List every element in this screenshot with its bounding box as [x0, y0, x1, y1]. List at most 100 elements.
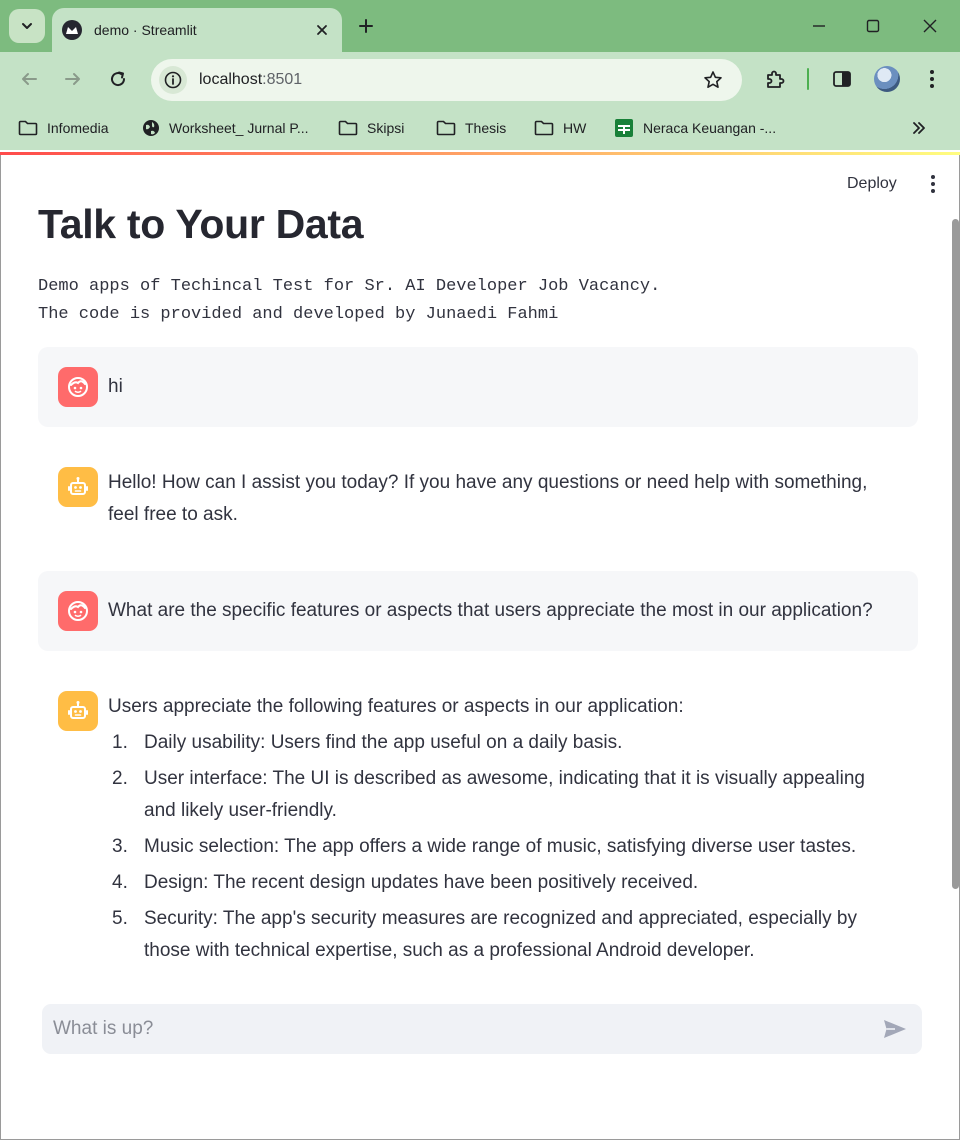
bookmark-label: Thesis — [465, 120, 507, 136]
bookmark-hw[interactable]: HW — [534, 116, 586, 140]
bookmark-worksheet[interactable]: Worksheet_ Jurnal P... — [142, 116, 309, 140]
arrow-left-icon — [22, 73, 37, 85]
chat-message-user: hi — [38, 347, 918, 427]
bookmark-label: HW — [563, 120, 587, 136]
chat-input-container — [42, 1004, 922, 1054]
site-info-button[interactable] — [159, 66, 187, 94]
bookmark-thesis[interactable]: Thesis — [436, 116, 506, 140]
list-item: 1. Daily usability: Users find the app us… — [108, 727, 898, 759]
streamlit-favicon-icon — [62, 20, 82, 40]
more-vertical-icon — [931, 175, 935, 193]
bookmarks-bar: Infomedia Worksheet_ Jurnal P... Skipsi … — [0, 106, 960, 150]
list-number: 1. — [112, 732, 128, 753]
chat-input[interactable] — [42, 1004, 880, 1054]
list-item-text: User interface: The UI is described as a… — [144, 768, 865, 821]
address-bar[interactable]: localhost:8501 — [151, 59, 742, 101]
info-icon — [164, 71, 182, 89]
folder-icon — [436, 120, 456, 136]
side-panel-button[interactable] — [827, 64, 857, 94]
extensions-button[interactable] — [760, 64, 790, 94]
browser-toolbar: localhost:8501 — [0, 52, 960, 106]
bookmark-label: Neraca Keuangan -... — [643, 120, 777, 136]
arrow-right-icon — [65, 73, 80, 85]
star-icon — [704, 71, 722, 88]
assistant-avatar — [58, 467, 98, 507]
list-item: 2. User interface: The UI is described as… — [108, 763, 898, 827]
app-description: Demo apps of Techincal Test for Sr. AI D… — [38, 277, 661, 324]
folder-icon — [534, 120, 554, 136]
tab-title: demo · Streamlit — [94, 22, 197, 38]
user-avatar — [58, 367, 98, 407]
robot-icon — [68, 477, 88, 495]
bookmark-star-button[interactable] — [698, 65, 728, 95]
chevron-down-icon — [22, 23, 32, 29]
list-item-text: Security: The app's security measures ar… — [144, 908, 857, 961]
window-close-button[interactable] — [915, 12, 945, 40]
message-intro: Users appreciate the following features … — [108, 696, 684, 717]
robot-icon — [68, 701, 88, 719]
tab-close-button[interactable] — [308, 16, 336, 44]
browser-tab[interactable]: demo · Streamlit — [52, 8, 342, 52]
list-number: 2. — [112, 768, 128, 789]
close-icon — [923, 19, 937, 33]
chat-message-assistant: Hello! How can I assist you today? If yo… — [38, 443, 918, 543]
url-host: localhost — [199, 71, 263, 88]
bookmark-infomedia[interactable]: Infomedia — [18, 116, 108, 140]
chat-message-assistant: Users appreciate the following features … — [38, 667, 918, 987]
browser-menu-button[interactable] — [917, 64, 947, 94]
minimize-icon — [813, 25, 825, 27]
list-item: 5. Security: The app's security measures … — [108, 903, 898, 967]
assistant-avatar — [58, 691, 98, 731]
reload-icon — [111, 71, 126, 87]
url-text: localhost:8501 — [199, 71, 698, 89]
list-number: 3. — [112, 836, 128, 857]
bookmarks-overflow-button[interactable] — [906, 116, 932, 140]
url-port: :8501 — [262, 71, 303, 88]
list-number: 5. — [112, 908, 128, 929]
chat-message-user: What are the specific features or aspect… — [38, 571, 918, 651]
main-menu-button[interactable] — [921, 171, 945, 197]
plus-icon — [359, 19, 373, 33]
more-vertical-icon — [930, 70, 934, 88]
message-text: Hello! How can I assist you today? If yo… — [108, 472, 868, 525]
answer-list: 1. Daily usability: Users find the app us… — [108, 727, 898, 971]
sheets-icon — [615, 119, 633, 137]
toolbar-separator — [807, 68, 809, 90]
page-title: Talk to Your Data — [38, 201, 364, 247]
list-item-text: Daily usability: Users find the app usef… — [144, 732, 623, 753]
page-scrollbar[interactable] — [952, 219, 959, 889]
bookmark-label: Skipsi — [367, 120, 405, 136]
message-text: What are the specific features or aspect… — [108, 600, 873, 621]
message-text: hi — [108, 376, 123, 397]
page-viewport: Deploy Talk to Your Data Demo apps of Te… — [0, 155, 960, 1140]
tab-search-button[interactable] — [9, 9, 45, 43]
side-panel-icon — [833, 71, 851, 87]
back-button[interactable] — [14, 64, 44, 94]
bookmark-label: Infomedia — [47, 120, 109, 136]
list-item: 4. Design: The recent design updates have… — [108, 867, 898, 899]
reload-button[interactable] — [103, 64, 133, 94]
user-face-icon — [68, 601, 88, 621]
user-face-icon — [68, 377, 88, 397]
maximize-button[interactable] — [858, 12, 888, 40]
folder-icon — [18, 120, 38, 136]
bookmark-skipsi[interactable]: Skipsi — [338, 116, 404, 140]
minimize-button[interactable] — [804, 12, 834, 40]
puzzle-icon — [767, 70, 785, 88]
double-chevron-right-icon — [913, 122, 925, 134]
forward-button[interactable] — [58, 64, 88, 94]
list-item: 3. Music selection: The app offers a wide… — [108, 831, 898, 863]
bookmark-neraca-keuangan[interactable]: Neraca Keuangan -... — [614, 116, 776, 140]
deploy-button[interactable]: Deploy — [839, 171, 905, 197]
send-button[interactable] — [880, 1014, 910, 1044]
bookmark-label: Worksheet_ Jurnal P... — [169, 120, 309, 136]
new-tab-button[interactable] — [352, 12, 380, 40]
list-number: 4. — [112, 872, 128, 893]
profile-avatar[interactable] — [874, 66, 900, 92]
globe-icon — [143, 120, 159, 136]
folder-icon — [338, 120, 358, 136]
user-avatar — [58, 591, 98, 631]
close-icon — [317, 25, 327, 35]
list-item-text: Music selection: The app offers a wide r… — [144, 836, 857, 857]
list-item-text: Design: The recent design updates have b… — [144, 872, 699, 893]
